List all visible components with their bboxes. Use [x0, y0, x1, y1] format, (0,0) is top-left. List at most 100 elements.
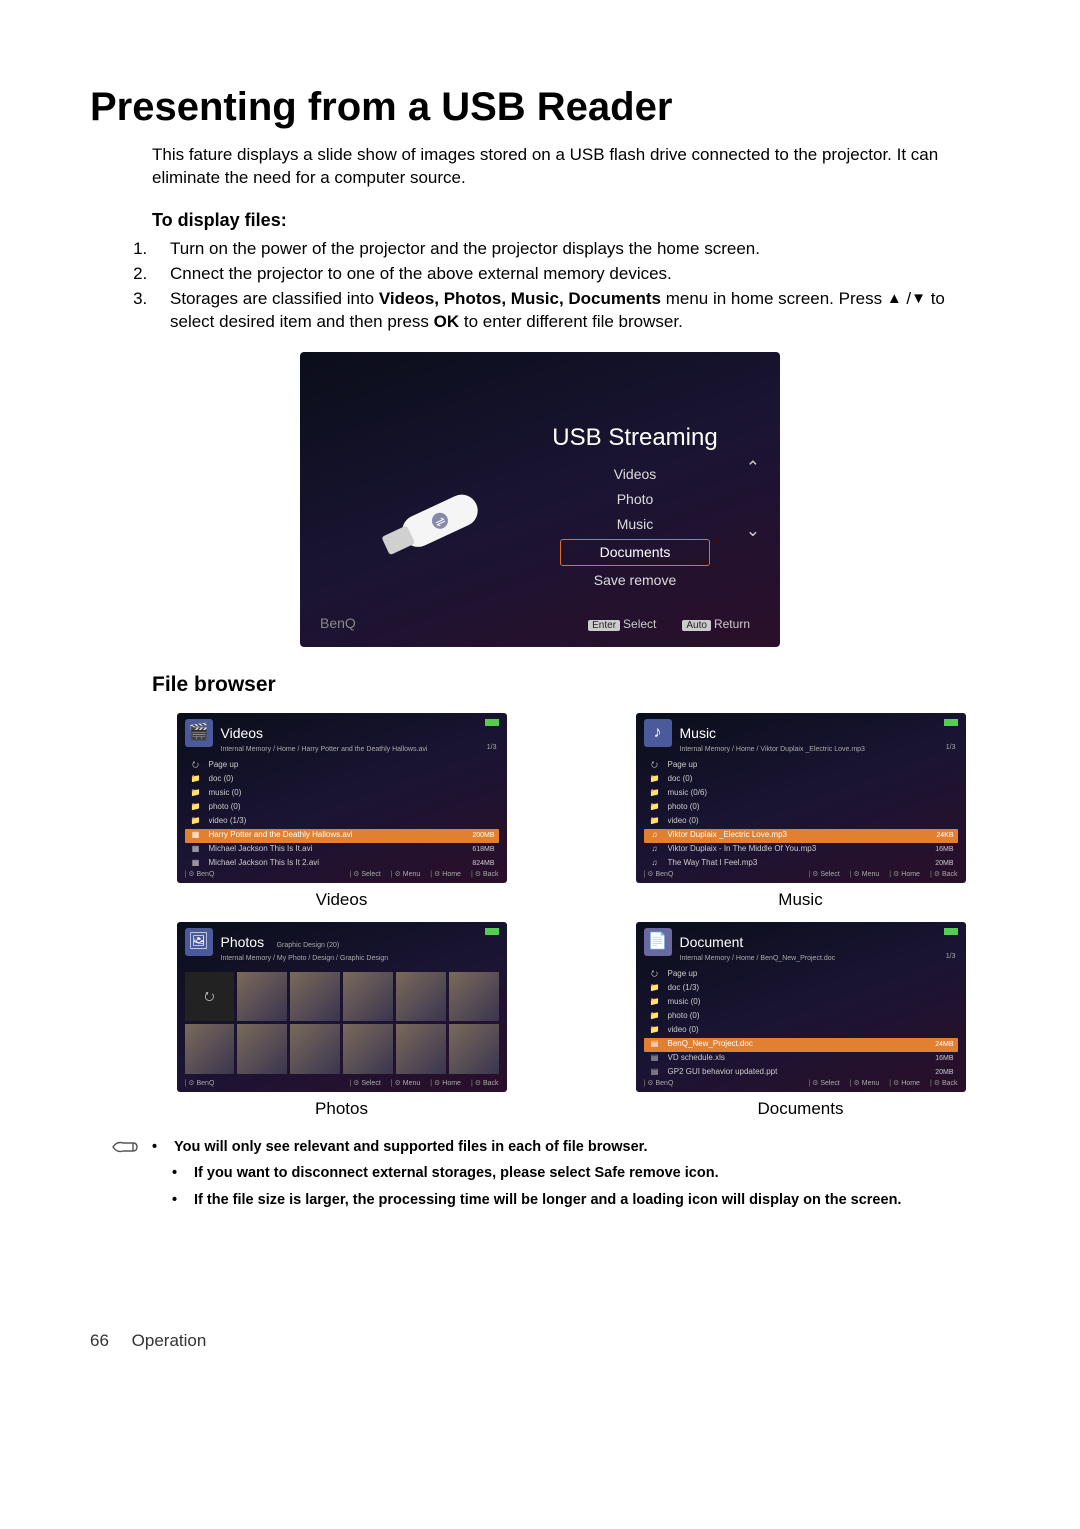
step-1: Turn on the power of the projector and t… — [152, 238, 990, 261]
row-label: video (1/3) — [209, 816, 495, 827]
usb-stick-icon: ⇌ — [361, 463, 508, 581]
action-home: Home — [430, 1079, 461, 1088]
usb-menu-documents: Documents — [560, 539, 710, 566]
doc-file-icon: ▤ — [648, 1067, 662, 1079]
row-label: photo (0) — [668, 802, 954, 813]
row-label: GP2 GUI behavior updated.ppt — [668, 1067, 932, 1078]
action-home: Home — [889, 870, 920, 879]
hint-bar: EnterSelect AutoReturn — [588, 616, 750, 633]
action-back: Back — [930, 870, 958, 879]
row-size: 20MB — [931, 859, 953, 868]
usb-menu-music: Music — [530, 512, 740, 537]
folder-icon: 📁 — [648, 997, 662, 1009]
arrow-up-icon: ▲ — [887, 289, 902, 309]
documents-page: 1/3 — [946, 952, 956, 961]
photo-thumb — [237, 1024, 287, 1074]
folder-icon: 📁 — [648, 1025, 662, 1037]
music-file-icon: ♫ — [648, 844, 662, 856]
row-label: The Way That I Feel.mp3 — [668, 858, 932, 869]
row-label: Michael Jackson This Is It 2.avi — [209, 858, 469, 869]
usb-menu-videos: Videos — [530, 462, 740, 487]
usb-streaming-screenshot: ⇌ USB Streaming Videos Photo Music Docum… — [300, 352, 780, 647]
photo-thumb — [343, 1024, 393, 1074]
music-header-icon: ♪ — [644, 719, 672, 747]
step-3-text-a: Storages are classified into — [170, 289, 379, 308]
row-size: 16MB — [931, 845, 953, 854]
photo-thumb — [290, 1024, 340, 1074]
documents-browser-thumbnail: 📄 Document Internal Memory / Home / BenQ… — [636, 922, 966, 1092]
folder-icon: 📁 — [189, 774, 203, 786]
music-path: Internal Memory / Home / Viktor Duplaix … — [636, 745, 966, 754]
documents-caption: Documents — [611, 1098, 990, 1121]
row-size: 16MB — [931, 1054, 953, 1063]
page-title: Presenting from a USB Reader — [90, 80, 990, 134]
step-3: Storages are classified into Videos, Pho… — [152, 288, 990, 334]
row-size: 824MB — [468, 859, 494, 868]
folder-icon: 📁 — [189, 788, 203, 800]
battery-icon — [944, 719, 958, 726]
auto-key-icon: Auto — [682, 620, 711, 631]
video-file-icon: ▦ — [189, 844, 203, 856]
battery-icon — [485, 719, 499, 726]
note-3: If the file size is larger, the processi… — [194, 1190, 990, 1210]
brand-small: BenQ — [185, 1079, 215, 1088]
file-browser-grid: 🎬 Videos Internal Memory / Home / Harry … — [152, 713, 990, 1121]
row-label: Harry Potter and the Deathly Hallows.avi — [209, 830, 469, 841]
photo-thumb — [449, 1024, 499, 1074]
folder-icon: 📁 — [648, 802, 662, 814]
hint-return: Return — [714, 617, 750, 631]
video-file-icon: ▦ — [189, 830, 203, 842]
section-name: Operation — [132, 1331, 207, 1350]
photos-title: Photos — [221, 934, 265, 950]
document-header-icon: 📄 — [644, 928, 672, 956]
intro-paragraph: This fature displays a slide show of ima… — [152, 144, 990, 190]
folder-icon: 📁 — [189, 816, 203, 828]
photos-browser-thumbnail: 🖼 Photos Graphic Design (20) Internal Me… — [177, 922, 507, 1092]
usb-side-icons: ⌃ ⌄ — [746, 457, 760, 583]
action-home: Home — [889, 1079, 920, 1088]
videos-title: Videos — [221, 724, 264, 743]
photo-thumb — [290, 972, 340, 1022]
row-label: BenQ_New_Project.doc — [668, 1039, 932, 1050]
step-3-text-f: to enter different file browser. — [459, 312, 683, 331]
row-label: music (0) — [668, 997, 954, 1008]
folder-icon: 📁 — [648, 983, 662, 995]
steps-list: Turn on the power of the projector and t… — [152, 238, 990, 334]
photos-subtitle: Graphic Design (20) — [277, 942, 340, 949]
collapse-down-icon: ⌄ — [746, 520, 760, 543]
row-size: 200MB — [468, 831, 494, 840]
step-3-text-c: menu in home screen. Press — [661, 289, 887, 308]
bullet-icon: • — [172, 1190, 182, 1210]
up-icon: ⭮ — [648, 760, 662, 772]
row-label: doc (1/3) — [668, 983, 954, 994]
action-back: Back — [471, 870, 499, 879]
photo-thumb — [185, 1024, 235, 1074]
action-menu: Menu — [850, 1079, 880, 1088]
videos-header-icon: 🎬 — [185, 719, 213, 747]
action-home: Home — [430, 870, 461, 879]
row-size: 24MB — [931, 1040, 953, 1049]
row-label: photo (0) — [209, 802, 495, 813]
up-icon: ⭮ — [189, 760, 203, 772]
photo-thumb — [396, 972, 446, 1022]
photo-up-icon: ⭮ — [185, 972, 235, 1022]
row-label: video (0) — [668, 1025, 954, 1036]
action-menu: Menu — [391, 870, 421, 879]
music-browser-thumbnail: ♪ Music Internal Memory / Home / Viktor … — [636, 713, 966, 883]
row-size: 24KB — [932, 831, 953, 840]
to-display-files-heading: To display files: — [152, 208, 990, 232]
music-file-icon: ♫ — [648, 830, 662, 842]
folder-icon: 📁 — [648, 774, 662, 786]
row-size: 618MB — [468, 845, 494, 854]
action-select: Select — [808, 870, 839, 879]
folder-icon: 📁 — [648, 816, 662, 828]
brand-label: BenQ — [320, 614, 356, 633]
action-back: Back — [471, 1079, 499, 1088]
row-label: music (0/6) — [668, 788, 954, 799]
battery-icon — [944, 928, 958, 935]
folder-icon: 📁 — [648, 1011, 662, 1023]
row-label: doc (0) — [209, 774, 495, 785]
folder-icon: 📁 — [189, 802, 203, 814]
folder-icon: 📁 — [648, 788, 662, 800]
photo-thumb — [396, 1024, 446, 1074]
